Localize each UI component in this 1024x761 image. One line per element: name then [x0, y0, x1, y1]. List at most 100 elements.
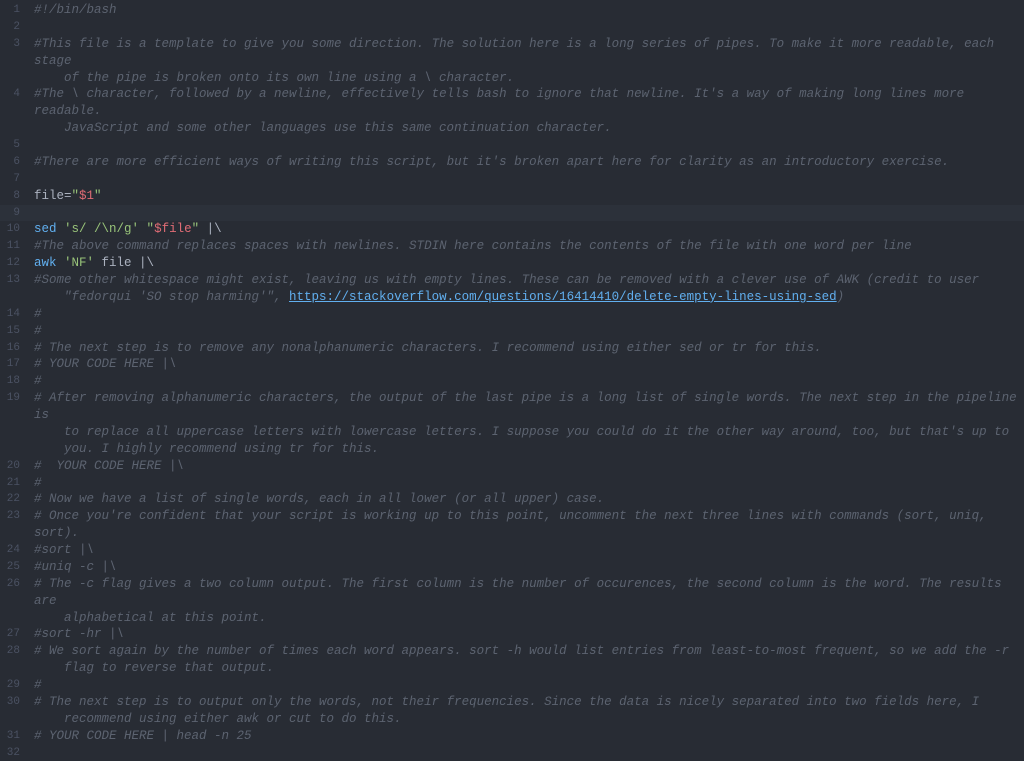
code-line[interactable]: 29#	[0, 677, 1024, 694]
code-line[interactable]: 11#The above command replaces spaces wit…	[0, 238, 1024, 255]
code-content[interactable]: #sort -hr |\	[28, 626, 1024, 643]
code-token: # We sort again by the number of times e…	[34, 644, 1009, 658]
code-token: # YOUR CODE HERE |\	[34, 459, 184, 473]
code-line[interactable]: 20# YOUR CODE HERE |\	[0, 458, 1024, 475]
code-token: https://stackoverflow.com/questions/1641…	[289, 290, 837, 304]
code-line[interactable]: 15#	[0, 323, 1024, 340]
code-line[interactable]: 27#sort -hr |\	[0, 626, 1024, 643]
code-line[interactable]: 23 # Once you're confident that your scri…	[0, 508, 1024, 542]
code-line[interactable]: 4#The \ character, followed by a newline…	[0, 86, 1024, 137]
code-line[interactable]: 18#	[0, 373, 1024, 390]
code-content[interactable]: # The next step is to remove any nonalph…	[28, 340, 1024, 357]
code-token: 's/ /\n/g'	[64, 222, 139, 236]
code-line[interactable]: 32	[0, 745, 1024, 761]
code-content[interactable]: # Once you're confident that your script…	[28, 508, 1024, 542]
code-content[interactable]	[28, 137, 1024, 154]
code-token: #	[34, 324, 42, 338]
code-content[interactable]: # The next step is to output only the wo…	[28, 694, 1024, 728]
code-token: # YOUR CODE HERE | head -n 25	[34, 729, 252, 743]
line-number: 4	[0, 86, 28, 102]
wrapped-continuation: to replace all uppercase letters with lo…	[34, 424, 1024, 441]
code-token: flag to reverse that output.	[64, 661, 274, 675]
code-token: # The next step is to remove any nonalph…	[34, 341, 822, 355]
code-content[interactable]: # Now we have a list of single words, ea…	[28, 491, 1024, 508]
code-content[interactable]: #This file is a template to give you som…	[28, 36, 1024, 87]
code-token: #	[34, 307, 42, 321]
code-token: recommend using either awk or cut to do …	[64, 712, 402, 726]
code-line[interactable]: 19# After removing alphanumeric characte…	[0, 390, 1024, 458]
code-content[interactable]: # The -c flag gives a two column output.…	[28, 576, 1024, 627]
line-number: 24	[0, 542, 28, 558]
code-content[interactable]: # YOUR CODE HERE |\	[28, 458, 1024, 475]
code-content[interactable]: file="$1"	[28, 188, 1024, 205]
wrapped-continuation: of the pipe is broken onto its own line …	[34, 70, 1024, 87]
code-content[interactable]: #sort |\	[28, 542, 1024, 559]
code-content[interactable]: awk 'NF' file |\	[28, 255, 1024, 272]
code-token: to replace all uppercase letters with lo…	[64, 425, 1009, 439]
code-content[interactable]	[28, 171, 1024, 188]
line-number: 6	[0, 154, 28, 170]
line-number: 29	[0, 677, 28, 693]
code-line[interactable]: 26# The -c flag gives a two column outpu…	[0, 576, 1024, 627]
code-line[interactable]: 14#	[0, 306, 1024, 323]
code-content[interactable]: # YOUR CODE HERE |\	[28, 356, 1024, 373]
code-content[interactable]: #	[28, 373, 1024, 390]
line-number: 21	[0, 475, 28, 491]
line-number: 8	[0, 188, 28, 204]
code-line[interactable]: 16# The next step is to remove any nonal…	[0, 340, 1024, 357]
code-line[interactable]: 1#!/bin/bash	[0, 2, 1024, 19]
code-line[interactable]: 12awk 'NF' file |\	[0, 255, 1024, 272]
line-number: 31	[0, 728, 28, 744]
code-content[interactable]	[28, 19, 1024, 36]
code-line[interactable]: 8file="$1"	[0, 188, 1024, 205]
code-editor[interactable]: 1#!/bin/bash2 3#This file is a template …	[0, 0, 1024, 761]
code-line[interactable]: 30# The next step is to output only the …	[0, 694, 1024, 728]
code-token: # The next step is to output only the wo…	[34, 695, 979, 709]
code-content[interactable]	[28, 745, 1024, 761]
code-line[interactable]: 3#This file is a template to give you so…	[0, 36, 1024, 87]
code-line[interactable]: 13#Some other whitespace might exist, le…	[0, 272, 1024, 306]
code-content[interactable]: #The above command replaces spaces with …	[28, 238, 1024, 255]
code-line[interactable]: 21#	[0, 475, 1024, 492]
code-content[interactable]: #Some other whitespace might exist, leav…	[28, 272, 1024, 306]
code-content[interactable]: #	[28, 306, 1024, 323]
code-content[interactable]: # YOUR CODE HERE | head -n 25	[28, 728, 1024, 745]
code-content[interactable]: #	[28, 677, 1024, 694]
code-content[interactable]	[28, 205, 1024, 222]
code-content[interactable]: #!/bin/bash	[28, 2, 1024, 19]
code-content[interactable]: sed 's/ /\n/g' "$file" |\	[28, 221, 1024, 238]
code-content[interactable]: #The \ character, followed by a newline,…	[28, 86, 1024, 137]
code-line[interactable]: 9	[0, 205, 1024, 222]
line-number: 5	[0, 137, 28, 153]
code-line[interactable]: 6 #There are more efficient ways of writi…	[0, 154, 1024, 171]
code-content[interactable]: #uniq -c |\	[28, 559, 1024, 576]
code-token: file |\	[94, 256, 154, 270]
code-token: "fedorqui 'SO stop harming'",	[64, 290, 289, 304]
code-content[interactable]: #	[28, 475, 1024, 492]
code-content[interactable]: #There are more efficient ways of writin…	[28, 154, 1024, 171]
code-token: #There are more efficient ways of writin…	[34, 155, 949, 169]
code-line[interactable]: 31 # YOUR CODE HERE | head -n 25	[0, 728, 1024, 745]
code-line[interactable]: 28# We sort again by the number of times…	[0, 643, 1024, 677]
code-line[interactable]: 2	[0, 19, 1024, 36]
code-content[interactable]: # After removing alphanumeric characters…	[28, 390, 1024, 458]
code-token: "	[192, 222, 200, 236]
code-token: #uniq -c |\	[34, 560, 117, 574]
wrapped-continuation: flag to reverse that output.	[34, 660, 1024, 677]
code-content[interactable]: # We sort again by the number of times e…	[28, 643, 1024, 677]
code-token: # Once you're confident that your script…	[34, 509, 994, 540]
line-number: 23	[0, 508, 28, 524]
code-line[interactable]: 22# Now we have a list of single words, …	[0, 491, 1024, 508]
wrapped-continuation: alphabetical at this point.	[34, 610, 1024, 627]
code-content[interactable]: #	[28, 323, 1024, 340]
code-line[interactable]: 17# YOUR CODE HERE |\	[0, 356, 1024, 373]
code-line[interactable]: 10sed 's/ /\n/g' "$file" |\	[0, 221, 1024, 238]
code-line[interactable]: 25#uniq -c |\	[0, 559, 1024, 576]
code-token: #This file is a template to give you som…	[34, 37, 1002, 68]
code-line[interactable]: 24#sort |\	[0, 542, 1024, 559]
line-number: 22	[0, 491, 28, 507]
code-line[interactable]: 5	[0, 137, 1024, 154]
code-token	[139, 222, 147, 236]
code-token: )	[837, 290, 845, 304]
code-line[interactable]: 7	[0, 171, 1024, 188]
